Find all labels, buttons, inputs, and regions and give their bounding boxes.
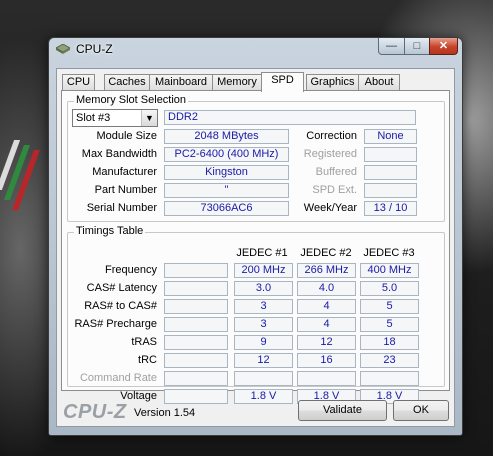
timing-value-cell: 200 MHz — [234, 263, 293, 278]
module-size-value: 2048 MBytes — [164, 129, 289, 144]
maximize-button[interactable]: □ — [404, 38, 430, 55]
timing-value-cell: 1.8 V — [234, 389, 293, 404]
timing-row-label: tRC — [138, 354, 157, 366]
title-bar[interactable]: CPU-Z — □ ✕ — [49, 38, 462, 60]
registered-label: Registered — [303, 148, 357, 160]
timing-value-cell: 12 — [234, 353, 293, 368]
timing-value-cell: 18 — [360, 335, 419, 350]
jedec-1-header: JEDEC #1 — [236, 247, 288, 259]
serial-number-label: Serial Number — [86, 202, 157, 214]
tab-cpu[interactable]: CPU — [62, 74, 95, 91]
timing-value-cell — [297, 371, 356, 386]
jedec-3-header: JEDEC #3 — [363, 247, 415, 259]
buffered-label: Buffered — [315, 166, 357, 178]
timing-row-spare-cell — [164, 353, 228, 368]
timing-row-label: RAS# to CAS# — [84, 300, 157, 312]
timing-value-cell: 3 — [234, 299, 293, 314]
timing-value-cell — [234, 371, 293, 386]
close-button[interactable]: ✕ — [429, 38, 458, 55]
timing-row-spare-cell — [164, 263, 228, 278]
timing-row-spare-cell — [164, 389, 228, 404]
week-year-label: Week/Year — [303, 202, 357, 214]
correction-value: None — [364, 129, 417, 144]
timing-row-label: tRAS — [131, 336, 157, 348]
max-bandwidth-label: Max Bandwidth — [81, 148, 157, 160]
version-label: Version 1.54 — [134, 407, 196, 419]
week-year-value: 13 / 10 — [364, 201, 417, 216]
manufacturer-label: Manufacturer — [92, 166, 157, 178]
timing-row-label: Frequency — [105, 264, 157, 276]
timing-value-cell: 5.0 — [360, 281, 419, 296]
timing-value-cell: 9 — [234, 335, 293, 350]
registered-value — [364, 147, 417, 162]
timing-value-cell: 400 MHz — [360, 263, 419, 278]
tab-about[interactable]: About — [358, 74, 400, 91]
buffered-value — [364, 165, 417, 180]
timing-row-label: CAS# Latency — [86, 282, 157, 294]
slot-select-value: Slot #3 — [76, 112, 111, 124]
cpu-z-logo: CPU-Z — [63, 401, 127, 423]
timing-value-cell: 4 — [297, 299, 356, 314]
spd-tab-panel: Memory Slot Selection Slot #3 ▼ DDR2 Mod… — [61, 90, 450, 404]
part-number-value: " — [164, 183, 289, 198]
timing-row-spare-cell — [164, 335, 228, 350]
timings-table-group: Timings Table JEDEC #1 JEDEC #2 JEDEC #3… — [67, 225, 445, 404]
jedec-2-header: JEDEC #2 — [300, 247, 352, 259]
timing-value-cell: 3.0 — [234, 281, 293, 296]
max-bandwidth-value: PC2-6400 (400 MHz) — [164, 147, 289, 162]
serial-number-value: 73066AC6 — [164, 201, 289, 216]
timing-value-cell: 4 — [297, 317, 356, 332]
timing-value-cell: 23 — [360, 353, 419, 368]
tab-caches[interactable]: Caches — [104, 74, 150, 91]
window-client-area: CPU Caches Mainboard Memory SPD Graphics… — [56, 68, 455, 427]
timing-row-spare-cell — [164, 317, 228, 332]
timing-value-cell: 5 — [360, 299, 419, 314]
cpu-z-app-icon — [56, 44, 70, 54]
chevron-down-icon[interactable]: ▼ — [141, 110, 157, 126]
tab-mainboard[interactable]: Mainboard — [149, 74, 213, 91]
timing-row-label: RAS# Precharge — [74, 318, 157, 330]
tab-spd[interactable]: SPD — [261, 72, 304, 92]
memory-slot-selection-label: Memory Slot Selection — [74, 94, 189, 106]
timing-row-spare-cell — [164, 371, 228, 386]
timing-value-cell — [360, 371, 419, 386]
timing-value-cell: 16 — [297, 353, 356, 368]
tab-graphics[interactable]: Graphics — [306, 74, 359, 91]
minimize-button[interactable]: — — [378, 38, 405, 55]
spd-ext-value — [364, 183, 417, 198]
memory-slot-selection-group: Memory Slot Selection Slot #3 ▼ DDR2 Mod… — [67, 94, 445, 222]
memory-type-value: DDR2 — [164, 110, 416, 125]
window-title: CPU-Z — [76, 42, 113, 56]
cpu-z-window: CPU-Z — □ ✕ CPU Caches Mainboard Memory … — [48, 37, 463, 436]
ok-button[interactable]: OK — [393, 400, 449, 421]
correction-label: Correction — [306, 130, 357, 142]
manufacturer-value: Kingston — [164, 165, 289, 180]
slot-select[interactable]: Slot #3 ▼ — [72, 109, 158, 127]
spd-ext-label: SPD Ext. — [312, 184, 357, 196]
timing-row-label: Command Rate — [79, 372, 157, 384]
timing-value-cell: 4.0 — [297, 281, 356, 296]
tab-memory[interactable]: Memory — [212, 74, 262, 91]
timing-value-cell: 12 — [297, 335, 356, 350]
timing-row-spare-cell — [164, 299, 228, 314]
timing-row-spare-cell — [164, 281, 228, 296]
timing-value-cell: 266 MHz — [297, 263, 356, 278]
part-number-label: Part Number — [94, 184, 157, 196]
timing-value-cell: 3 — [234, 317, 293, 332]
module-size-label: Module Size — [96, 130, 157, 142]
timings-table-label: Timings Table — [74, 225, 146, 237]
timing-value-cell: 5 — [360, 317, 419, 332]
validate-button[interactable]: Validate — [298, 400, 387, 421]
